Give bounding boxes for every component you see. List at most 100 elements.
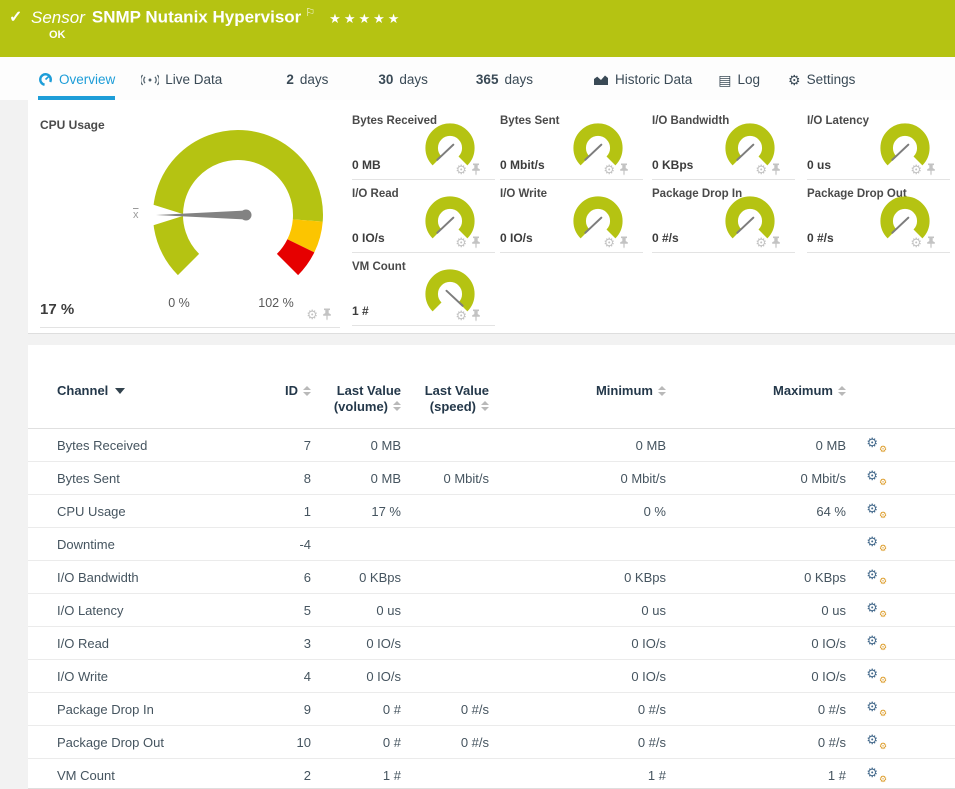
sensor-title-line: SensorSNMP Nutanix Hypervisor⚐★★★★★ (31, 6, 402, 28)
column-label: Minimum (596, 383, 653, 399)
table-row: I/O Bandwidth60 KBps0 KBps0 KBps⚙⚙ (28, 561, 955, 594)
gauge-tile-vm-count: VM Count 1 # ⚙ (352, 258, 495, 326)
gauge-tile-i-o-write: I/O Write 0 IO/s ⚙ (500, 185, 643, 253)
tab-label: Overview (59, 72, 115, 87)
sort-icon[interactable] (303, 386, 311, 396)
pin-icon[interactable] (619, 163, 629, 176)
gauge-tile-i-o-bandwidth: I/O Bandwidth0 KBps⚙ (652, 112, 795, 180)
column-header-last_volume[interactable]: Last Value(volume) (311, 383, 401, 414)
pin-icon[interactable] (926, 236, 936, 249)
tab-label: Log (738, 72, 761, 87)
priority-stars[interactable]: ★★★★★ (329, 11, 402, 26)
column-header-minimum[interactable]: Minimum (489, 383, 666, 399)
gauge-value: 17 % (40, 301, 74, 318)
gauge-title: I/O Write (500, 188, 547, 200)
tab-365-days[interactable]: 365days (476, 57, 533, 100)
cell-id: 1 (257, 504, 311, 519)
tab-log[interactable]: ▤Log (718, 57, 760, 100)
cell-minimum: 0 % (489, 504, 666, 519)
cell-id: 10 (257, 735, 311, 750)
cell-channel: VM Count (57, 768, 257, 783)
channels-table-body: Bytes Received70 MB0 MB0 MB⚙⚙Bytes Sent8… (28, 429, 955, 789)
cell-last-value-speed: 0 Mbit/s (401, 471, 489, 486)
cell-id: 5 (257, 603, 311, 618)
column-label: Last Value (425, 383, 489, 399)
gauge-icon (38, 72, 53, 87)
table-row: I/O Write40 IO/s0 IO/s0 IO/s⚙⚙ (28, 660, 955, 693)
cell-maximum: 0 #/s (666, 702, 846, 717)
gauge-settings-icon[interactable]: ⚙ (306, 308, 318, 321)
sort-icon[interactable] (658, 386, 666, 396)
table-row: Downtime-4⚙⚙ (28, 528, 955, 561)
pin-icon[interactable] (926, 163, 936, 176)
column-header-last_speed[interactable]: Last Value(speed) (401, 383, 489, 414)
gauge-value: 0 IO/s (500, 231, 533, 245)
column-header-maximum[interactable]: Maximum (666, 383, 846, 399)
tab-settings[interactable]: ⚙Settings (788, 57, 855, 100)
sort-icon[interactable] (838, 386, 846, 396)
gauge-settings-icon[interactable]: ⚙ (755, 236, 767, 249)
cell-channel: I/O Bandwidth (57, 570, 257, 585)
pin-icon[interactable] (471, 309, 481, 322)
sort-icon[interactable] (393, 401, 401, 411)
tab-number: 2 (286, 72, 294, 87)
cell-maximum: 0 IO/s (666, 636, 846, 651)
gauge-value: 1 # (352, 304, 369, 318)
gauge-settings-icon[interactable]: ⚙ (455, 309, 467, 322)
gauge-tile-bytes-sent: Bytes Sent0 Mbit/s⚙ (500, 112, 643, 180)
cell-channel: CPU Usage (57, 504, 257, 519)
live-icon (141, 73, 159, 87)
gauges-panel: CPU Usage x 17 % 0 % 102 % ⚙ Bytes Recei… (28, 100, 955, 334)
tab-overview[interactable]: Overview (38, 57, 115, 100)
cell-id: 8 (257, 471, 311, 486)
tab-2-days[interactable]: 2 days (286, 57, 328, 100)
pin-icon[interactable] (471, 236, 481, 249)
pin-icon[interactable] (771, 163, 781, 176)
flag-icon[interactable]: ⚐ (305, 7, 315, 19)
cell-maximum: 64 % (666, 504, 846, 519)
chart-icon (593, 73, 609, 86)
cell-last-value-volume: 1 # (311, 768, 401, 783)
cell-maximum: 0 IO/s (666, 669, 846, 684)
gauge-settings-icon[interactable]: ⚙ (603, 163, 615, 176)
pin-icon[interactable] (322, 308, 332, 321)
table-row: Package Drop Out100 #0 #/s0 #/s0 #/s⚙⚙ (28, 726, 955, 759)
gauge-settings-icon[interactable]: ⚙ (910, 236, 922, 249)
pin-icon[interactable] (771, 236, 781, 249)
gauge-title: I/O Read (352, 188, 399, 200)
gauge-settings-icon[interactable]: ⚙ (910, 163, 922, 176)
status-ok-icon: ✓ (9, 7, 22, 27)
tab-label: days (504, 72, 533, 87)
gauge-settings-icon[interactable]: ⚙ (455, 236, 467, 249)
sensor-status-badge: OK (49, 29, 66, 41)
cell-minimum: 0 us (489, 603, 666, 618)
channels-table-header: ChannelIDLast Value(volume)Last Value(sp… (28, 383, 955, 429)
tab-historic-data[interactable]: Historic Data (593, 57, 692, 100)
gauge-settings-icon[interactable]: ⚙ (455, 163, 467, 176)
cell-maximum: 0 KBps (666, 570, 846, 585)
cell-last-value-volume: 0 MB (311, 438, 401, 453)
gauge-value: 0 KBps (652, 158, 693, 172)
table-row: Package Drop In90 #0 #/s0 #/s0 #/s⚙⚙ (28, 693, 955, 726)
pin-icon[interactable] (619, 236, 629, 249)
column-header-id[interactable]: ID (257, 383, 311, 399)
cell-maximum: 0 Mbit/s (666, 471, 846, 486)
tab-30-days[interactable]: 30days (378, 57, 428, 100)
gauge-min-label: 0 % (164, 296, 194, 310)
cell-last-value-volume: 0 us (311, 603, 401, 618)
cell-maximum: 0 us (666, 603, 846, 618)
pin-icon[interactable] (471, 163, 481, 176)
tab-label: Historic Data (615, 72, 692, 87)
cell-id: 7 (257, 438, 311, 453)
cell-channel: Bytes Received (57, 438, 257, 453)
gauge-title: VM Count (352, 261, 406, 273)
tab-label: days (300, 72, 329, 87)
gauge-settings-icon[interactable]: ⚙ (603, 236, 615, 249)
cell-last-value-volume: 0 KBps (311, 570, 401, 585)
cell-minimum: 0 IO/s (489, 636, 666, 651)
gauge-settings-icon[interactable]: ⚙ (755, 163, 767, 176)
column-label: Maximum (773, 383, 833, 399)
column-header-channel[interactable]: Channel (57, 383, 257, 399)
sort-icon[interactable] (481, 401, 489, 411)
tab-live-data[interactable]: Live Data (141, 57, 222, 100)
